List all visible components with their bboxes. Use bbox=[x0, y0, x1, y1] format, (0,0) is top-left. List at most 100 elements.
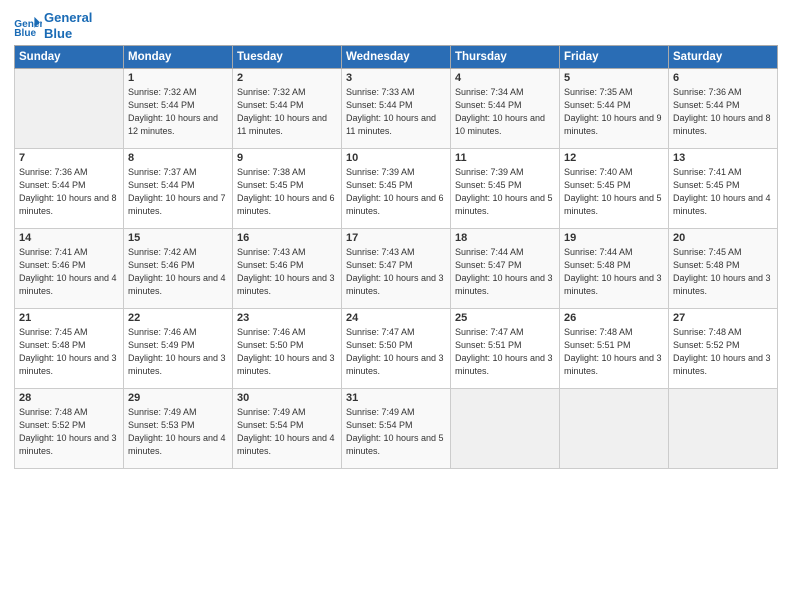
day-cell: 16 Sunrise: 7:43 AMSunset: 5:46 PMDaylig… bbox=[233, 229, 342, 309]
header-sunday: Sunday bbox=[15, 46, 124, 69]
day-cell: 3 Sunrise: 7:33 AMSunset: 5:44 PMDayligh… bbox=[342, 69, 451, 149]
day-cell: 26 Sunrise: 7:48 AMSunset: 5:51 PMDaylig… bbox=[560, 309, 669, 389]
header-friday: Friday bbox=[560, 46, 669, 69]
day-cell bbox=[560, 389, 669, 469]
day-info: Sunrise: 7:38 AMSunset: 5:45 PMDaylight:… bbox=[237, 166, 337, 218]
day-cell: 9 Sunrise: 7:38 AMSunset: 5:45 PMDayligh… bbox=[233, 149, 342, 229]
day-cell: 5 Sunrise: 7:35 AMSunset: 5:44 PMDayligh… bbox=[560, 69, 669, 149]
day-cell: 28 Sunrise: 7:48 AMSunset: 5:52 PMDaylig… bbox=[15, 389, 124, 469]
week-row-3: 21 Sunrise: 7:45 AMSunset: 5:48 PMDaylig… bbox=[15, 309, 778, 389]
day-number: 13 bbox=[673, 152, 773, 164]
day-number: 15 bbox=[128, 232, 228, 244]
day-number: 27 bbox=[673, 312, 773, 324]
logo: General Blue General Blue bbox=[14, 10, 92, 41]
day-cell: 31 Sunrise: 7:49 AMSunset: 5:54 PMDaylig… bbox=[342, 389, 451, 469]
day-number: 29 bbox=[128, 392, 228, 404]
day-info: Sunrise: 7:32 AMSunset: 5:44 PMDaylight:… bbox=[128, 86, 228, 138]
day-info: Sunrise: 7:39 AMSunset: 5:45 PMDaylight:… bbox=[346, 166, 446, 218]
day-number: 24 bbox=[346, 312, 446, 324]
day-info: Sunrise: 7:43 AMSunset: 5:47 PMDaylight:… bbox=[346, 246, 446, 298]
header: General Blue General Blue bbox=[14, 10, 778, 41]
day-info: Sunrise: 7:49 AMSunset: 5:54 PMDaylight:… bbox=[346, 406, 446, 458]
day-number: 1 bbox=[128, 72, 228, 84]
page-container: General Blue General Blue SundayMondayTu… bbox=[0, 0, 792, 479]
day-cell: 12 Sunrise: 7:40 AMSunset: 5:45 PMDaylig… bbox=[560, 149, 669, 229]
day-info: Sunrise: 7:33 AMSunset: 5:44 PMDaylight:… bbox=[346, 86, 446, 138]
day-cell: 4 Sunrise: 7:34 AMSunset: 5:44 PMDayligh… bbox=[451, 69, 560, 149]
day-info: Sunrise: 7:35 AMSunset: 5:44 PMDaylight:… bbox=[564, 86, 664, 138]
logo-general: General bbox=[44, 10, 92, 26]
day-info: Sunrise: 7:47 AMSunset: 5:51 PMDaylight:… bbox=[455, 326, 555, 378]
header-wednesday: Wednesday bbox=[342, 46, 451, 69]
day-number: 23 bbox=[237, 312, 337, 324]
day-cell: 17 Sunrise: 7:43 AMSunset: 5:47 PMDaylig… bbox=[342, 229, 451, 309]
day-number: 31 bbox=[346, 392, 446, 404]
day-cell: 11 Sunrise: 7:39 AMSunset: 5:45 PMDaylig… bbox=[451, 149, 560, 229]
day-number: 18 bbox=[455, 232, 555, 244]
week-row-2: 14 Sunrise: 7:41 AMSunset: 5:46 PMDaylig… bbox=[15, 229, 778, 309]
day-info: Sunrise: 7:45 AMSunset: 5:48 PMDaylight:… bbox=[19, 326, 119, 378]
day-cell bbox=[669, 389, 778, 469]
week-row-0: 1 Sunrise: 7:32 AMSunset: 5:44 PMDayligh… bbox=[15, 69, 778, 149]
day-cell: 15 Sunrise: 7:42 AMSunset: 5:46 PMDaylig… bbox=[124, 229, 233, 309]
day-info: Sunrise: 7:49 AMSunset: 5:53 PMDaylight:… bbox=[128, 406, 228, 458]
day-number: 25 bbox=[455, 312, 555, 324]
day-number: 5 bbox=[564, 72, 664, 84]
day-cell: 10 Sunrise: 7:39 AMSunset: 5:45 PMDaylig… bbox=[342, 149, 451, 229]
day-cell: 25 Sunrise: 7:47 AMSunset: 5:51 PMDaylig… bbox=[451, 309, 560, 389]
day-info: Sunrise: 7:48 AMSunset: 5:52 PMDaylight:… bbox=[673, 326, 773, 378]
day-number: 3 bbox=[346, 72, 446, 84]
day-cell: 21 Sunrise: 7:45 AMSunset: 5:48 PMDaylig… bbox=[15, 309, 124, 389]
day-number: 8 bbox=[128, 152, 228, 164]
day-info: Sunrise: 7:41 AMSunset: 5:46 PMDaylight:… bbox=[19, 246, 119, 298]
day-info: Sunrise: 7:39 AMSunset: 5:45 PMDaylight:… bbox=[455, 166, 555, 218]
day-cell: 1 Sunrise: 7:32 AMSunset: 5:44 PMDayligh… bbox=[124, 69, 233, 149]
day-number: 11 bbox=[455, 152, 555, 164]
day-number: 6 bbox=[673, 72, 773, 84]
day-cell: 22 Sunrise: 7:46 AMSunset: 5:49 PMDaylig… bbox=[124, 309, 233, 389]
day-info: Sunrise: 7:48 AMSunset: 5:52 PMDaylight:… bbox=[19, 406, 119, 458]
day-info: Sunrise: 7:34 AMSunset: 5:44 PMDaylight:… bbox=[455, 86, 555, 138]
header-saturday: Saturday bbox=[669, 46, 778, 69]
day-info: Sunrise: 7:43 AMSunset: 5:46 PMDaylight:… bbox=[237, 246, 337, 298]
day-cell: 6 Sunrise: 7:36 AMSunset: 5:44 PMDayligh… bbox=[669, 69, 778, 149]
day-number: 7 bbox=[19, 152, 119, 164]
day-number: 4 bbox=[455, 72, 555, 84]
day-info: Sunrise: 7:48 AMSunset: 5:51 PMDaylight:… bbox=[564, 326, 664, 378]
week-row-1: 7 Sunrise: 7:36 AMSunset: 5:44 PMDayligh… bbox=[15, 149, 778, 229]
day-cell: 23 Sunrise: 7:46 AMSunset: 5:50 PMDaylig… bbox=[233, 309, 342, 389]
calendar-table: SundayMondayTuesdayWednesdayThursdayFrid… bbox=[14, 45, 778, 469]
day-cell: 18 Sunrise: 7:44 AMSunset: 5:47 PMDaylig… bbox=[451, 229, 560, 309]
header-tuesday: Tuesday bbox=[233, 46, 342, 69]
day-cell: 24 Sunrise: 7:47 AMSunset: 5:50 PMDaylig… bbox=[342, 309, 451, 389]
day-info: Sunrise: 7:41 AMSunset: 5:45 PMDaylight:… bbox=[673, 166, 773, 218]
day-number: 26 bbox=[564, 312, 664, 324]
day-info: Sunrise: 7:46 AMSunset: 5:50 PMDaylight:… bbox=[237, 326, 337, 378]
day-number: 20 bbox=[673, 232, 773, 244]
day-cell: 27 Sunrise: 7:48 AMSunset: 5:52 PMDaylig… bbox=[669, 309, 778, 389]
week-row-4: 28 Sunrise: 7:48 AMSunset: 5:52 PMDaylig… bbox=[15, 389, 778, 469]
day-cell: 8 Sunrise: 7:37 AMSunset: 5:44 PMDayligh… bbox=[124, 149, 233, 229]
day-number: 10 bbox=[346, 152, 446, 164]
day-info: Sunrise: 7:45 AMSunset: 5:48 PMDaylight:… bbox=[673, 246, 773, 298]
day-info: Sunrise: 7:37 AMSunset: 5:44 PMDaylight:… bbox=[128, 166, 228, 218]
day-number: 12 bbox=[564, 152, 664, 164]
day-info: Sunrise: 7:32 AMSunset: 5:44 PMDaylight:… bbox=[237, 86, 337, 138]
day-info: Sunrise: 7:47 AMSunset: 5:50 PMDaylight:… bbox=[346, 326, 446, 378]
day-cell bbox=[15, 69, 124, 149]
day-cell bbox=[451, 389, 560, 469]
calendar-header-row: SundayMondayTuesdayWednesdayThursdayFrid… bbox=[15, 46, 778, 69]
day-number: 2 bbox=[237, 72, 337, 84]
day-cell: 20 Sunrise: 7:45 AMSunset: 5:48 PMDaylig… bbox=[669, 229, 778, 309]
day-info: Sunrise: 7:42 AMSunset: 5:46 PMDaylight:… bbox=[128, 246, 228, 298]
day-number: 22 bbox=[128, 312, 228, 324]
day-cell: 2 Sunrise: 7:32 AMSunset: 5:44 PMDayligh… bbox=[233, 69, 342, 149]
header-thursday: Thursday bbox=[451, 46, 560, 69]
day-cell: 14 Sunrise: 7:41 AMSunset: 5:46 PMDaylig… bbox=[15, 229, 124, 309]
day-info: Sunrise: 7:36 AMSunset: 5:44 PMDaylight:… bbox=[673, 86, 773, 138]
day-info: Sunrise: 7:40 AMSunset: 5:45 PMDaylight:… bbox=[564, 166, 664, 218]
day-info: Sunrise: 7:44 AMSunset: 5:47 PMDaylight:… bbox=[455, 246, 555, 298]
day-number: 9 bbox=[237, 152, 337, 164]
day-info: Sunrise: 7:49 AMSunset: 5:54 PMDaylight:… bbox=[237, 406, 337, 458]
day-number: 19 bbox=[564, 232, 664, 244]
